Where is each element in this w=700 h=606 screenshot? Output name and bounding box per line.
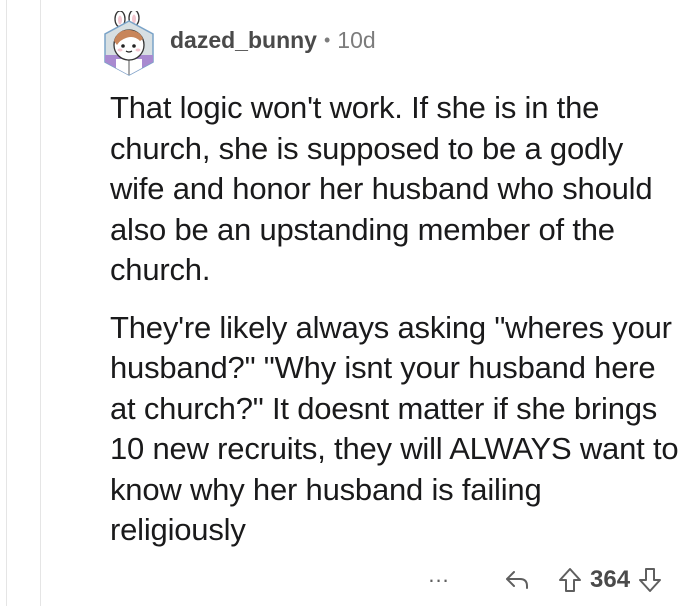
comment-meta: dazed_bunny • 10d <box>170 27 376 54</box>
downvote-arrow-icon[interactable] <box>638 567 662 593</box>
comment-paragraph-2: They're likely always asking "wheres you… <box>110 309 679 548</box>
username-link[interactable]: dazed_bunny <box>170 27 317 54</box>
vote-score: 364 <box>590 566 631 593</box>
more-options-button[interactable]: ... <box>420 562 458 588</box>
comment-age[interactable]: 10d <box>337 27 375 54</box>
reply-arrow-icon[interactable] <box>504 568 530 592</box>
comment-header: dazed_bunny • 10d <box>100 6 376 82</box>
comment-actions: ... 364 <box>420 562 662 598</box>
comment-paragraph-1: That logic won't work. If she is in the … <box>110 90 653 287</box>
upvote-arrow-icon[interactable] <box>558 567 582 593</box>
thread-line-inner[interactable] <box>40 0 41 606</box>
meta-separator: • <box>323 29 331 50</box>
thread-line-outer <box>6 0 7 606</box>
comment-body: That logic won't work. If she is in the … <box>110 88 685 568</box>
bunny-avatar-icon[interactable] <box>100 11 158 77</box>
